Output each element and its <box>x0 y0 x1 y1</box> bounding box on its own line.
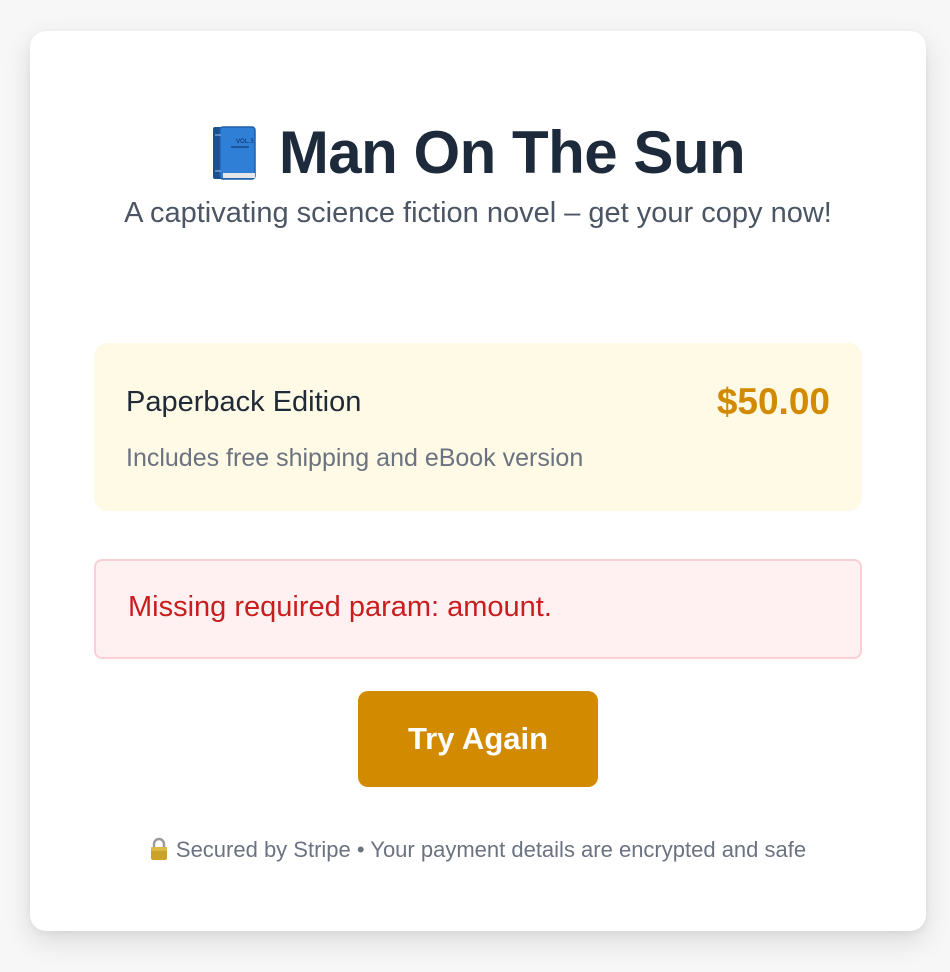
try-again-button[interactable]: Try Again <box>358 691 598 787</box>
book-icon: VOL.3 <box>211 125 257 181</box>
page-title: Man On The Sun <box>278 119 746 186</box>
title-row: VOL.3 Man On The Sun <box>30 123 926 183</box>
checkout-card: VOL.3 Man On The Sun A captivating scien… <box>30 31 926 931</box>
svg-text:VOL.3: VOL.3 <box>236 138 254 145</box>
error-alert: Missing required param: amount. <box>94 559 862 659</box>
security-text: Secured by Stripe • Your payment details… <box>175 837 807 862</box>
page-subtitle: A captivating science fiction novel – ge… <box>124 197 832 229</box>
error-message: Missing required param: amount. <box>128 591 552 623</box>
lock-icon <box>150 837 168 861</box>
product-price: $50.00 <box>716 381 830 422</box>
product-description: Includes free shipping and eBook version <box>126 444 584 472</box>
security-footer: Secured by Stripe • Your payment details… <box>30 837 926 863</box>
product-name: Paperback Edition <box>126 386 362 418</box>
product-summary: Paperback Edition $50.00 Includes free s… <box>94 343 862 511</box>
